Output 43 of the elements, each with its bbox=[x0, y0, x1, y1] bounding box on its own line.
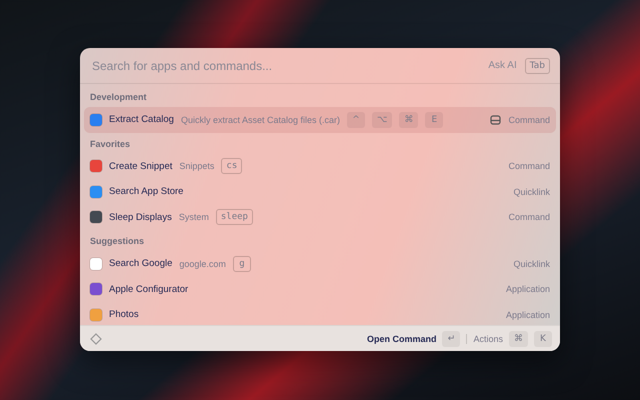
key-hint: Tab bbox=[524, 58, 550, 74]
result-subtitle: google.com bbox=[179, 258, 226, 269]
result-row[interactable]: Photos Application bbox=[84, 302, 556, 325]
section-heading: Favorites bbox=[89, 138, 132, 150]
shortcut-key: K bbox=[534, 330, 552, 346]
result-type: Command bbox=[508, 161, 550, 172]
result-title: Extract Catalog bbox=[109, 114, 174, 126]
result-type: Application bbox=[506, 310, 550, 320]
result-row[interactable]: Extract Catalog Quickly extract Asset Catalog files (.car) ^ ⌥ ⌘ E Command bbox=[84, 107, 556, 132]
result-title: Apple Configurator bbox=[109, 284, 188, 295]
result-row[interactable]: Search App Store Quicklink bbox=[84, 179, 556, 204]
shortcut-key: ⌘ bbox=[399, 112, 418, 128]
section-heading: Development bbox=[89, 91, 148, 104]
result-title: Create Snippet bbox=[109, 160, 172, 172]
logo-icon bbox=[90, 332, 102, 344]
result-subtitle: Snippets bbox=[179, 161, 214, 172]
result-row[interactable]: Apple Configurator Application bbox=[84, 276, 556, 302]
result-type: Application bbox=[506, 284, 550, 294]
result-title: Search Google bbox=[109, 258, 172, 270]
result-type: Command bbox=[508, 212, 550, 222]
result-type: Quicklink bbox=[513, 258, 550, 269]
result-subtitle: System bbox=[178, 212, 209, 222]
alias-tag: g bbox=[232, 256, 251, 272]
open-command-button[interactable]: Open Command bbox=[366, 334, 436, 344]
drive-icon bbox=[490, 114, 502, 125]
result-row[interactable]: Create Snippet Snippets cs Command bbox=[84, 154, 556, 179]
shortcut-key: E bbox=[425, 112, 444, 128]
result-title: Photos bbox=[109, 309, 139, 320]
alias-tag: cs bbox=[221, 158, 242, 174]
shortcut-key: ^ bbox=[347, 112, 366, 128]
result-row[interactable]: Sleep Displays System sleep Command bbox=[84, 204, 556, 230]
result-row[interactable]: Search Google google.com g Quicklink bbox=[84, 251, 556, 276]
shortcut-key: ⌘ bbox=[509, 330, 528, 346]
section-heading: Suggestions bbox=[89, 235, 146, 248]
result-title: Sleep Displays bbox=[109, 212, 172, 223]
result-type: Command bbox=[508, 114, 550, 125]
shortcut-key: ↵ bbox=[442, 330, 460, 346]
shortcut-key: ⌥ bbox=[372, 112, 392, 128]
result-subtitle: Quickly extract Asset Catalog files (.car) bbox=[180, 114, 340, 125]
result-type: Quicklink bbox=[513, 186, 550, 197]
search-field[interactable]: Search for apps and commands... bbox=[90, 58, 480, 74]
result-title: Search App Store bbox=[109, 186, 184, 198]
alias-tag: sleep bbox=[216, 209, 253, 226]
